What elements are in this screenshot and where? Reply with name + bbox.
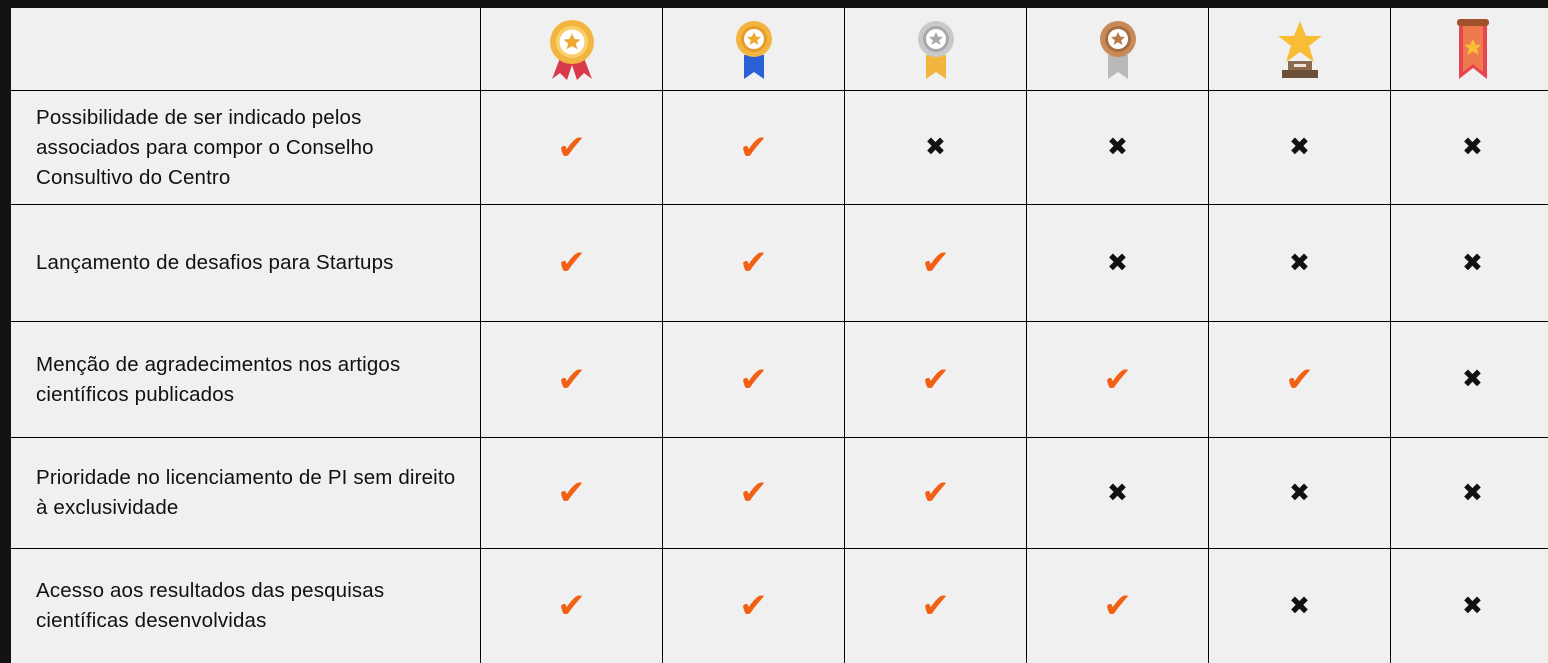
- feature-label: Lançamento de desafios para Startups: [36, 251, 394, 274]
- benefit-cell: ✖: [1027, 91, 1208, 204]
- feature-label-cell: Prioridade no licenciamento de PI sem di…: [11, 438, 480, 548]
- benefit-cell: ✔: [481, 438, 662, 548]
- benefit-cell: ✔: [481, 322, 662, 437]
- check-icon: ✔: [739, 128, 768, 167]
- check-icon: ✔: [921, 244, 950, 282]
- check-icon: ✔: [739, 244, 768, 282]
- star-trophy-icon: [1268, 17, 1332, 81]
- tier-header-3: [845, 8, 1026, 90]
- cross-icon: ✖: [1289, 248, 1310, 277]
- benefit-cell: ✖: [1027, 438, 1208, 548]
- benefits-comparison-table: Possibilidade de ser indicado pelos asso…: [11, 8, 1548, 663]
- check-icon: ✔: [921, 360, 950, 399]
- benefit-cell: ✔: [845, 438, 1026, 548]
- medal-bronze-grey-ribbon-icon: [1086, 17, 1150, 81]
- check-icon: ✔: [557, 360, 586, 399]
- benefit-cell: ✖: [1391, 549, 1548, 663]
- header-corner-cell: [11, 8, 480, 90]
- medal-silver-yellow-ribbon-icon: [904, 17, 968, 81]
- tier-header-4: [1027, 8, 1208, 90]
- tier-header-1: [481, 8, 662, 90]
- cross-icon: ✖: [1462, 248, 1483, 277]
- benefit-cell: ✔: [663, 205, 844, 321]
- benefit-cell: ✔: [481, 205, 662, 321]
- feature-label: Possibilidade de ser indicado pelos asso…: [36, 105, 374, 189]
- benefit-cell: ✔: [481, 549, 662, 663]
- benefit-cell: ✔: [663, 549, 844, 663]
- benefit-cell: ✔: [1209, 322, 1390, 437]
- red-banner-star-icon: [1441, 17, 1505, 81]
- benefit-cell: ✖: [1209, 438, 1390, 548]
- benefit-cell: ✖: [1027, 205, 1208, 321]
- check-icon: ✔: [557, 474, 586, 512]
- check-icon: ✔: [557, 244, 586, 282]
- cross-icon: ✖: [1462, 133, 1483, 161]
- benefit-cell: ✔: [845, 549, 1026, 663]
- benefit-cell: ✖: [1209, 205, 1390, 321]
- cross-icon: ✖: [1107, 133, 1128, 161]
- feature-label: Prioridade no licenciamento de PI sem di…: [36, 466, 456, 519]
- benefit-cell: ✔: [1027, 549, 1208, 663]
- check-icon: ✔: [1285, 360, 1314, 399]
- medal-gold-blue-ribbon-icon: [722, 17, 786, 81]
- benefit-cell: ✖: [1391, 438, 1548, 548]
- benefit-cell: ✖: [1391, 205, 1548, 321]
- benefit-cell: ✔: [845, 205, 1026, 321]
- benefit-cell: ✖: [1209, 91, 1390, 204]
- check-icon: ✔: [557, 128, 586, 167]
- feature-label-cell: Possibilidade de ser indicado pelos asso…: [11, 91, 480, 204]
- benefit-cell: ✔: [663, 438, 844, 548]
- feature-label: Menção de agradecimentos nos artigos cie…: [36, 352, 401, 406]
- check-icon: ✔: [739, 587, 768, 625]
- feature-label-cell: Menção de agradecimentos nos artigos cie…: [11, 322, 480, 437]
- cross-icon: ✖: [1289, 478, 1310, 507]
- feature-label-cell: Lançamento de desafios para Startups: [11, 205, 480, 321]
- check-icon: ✔: [557, 587, 586, 625]
- cross-icon: ✖: [1289, 133, 1310, 161]
- feature-label-cell: Acesso aos resultados das pesquisas cien…: [11, 549, 480, 663]
- benefit-cell: ✔: [1027, 322, 1208, 437]
- cross-icon: ✖: [1462, 591, 1483, 620]
- cross-icon: ✖: [925, 133, 946, 161]
- check-icon: ✔: [739, 474, 768, 512]
- tier-header-6: [1391, 8, 1548, 90]
- check-icon: ✔: [1103, 360, 1132, 399]
- check-icon: ✔: [921, 474, 950, 512]
- cross-icon: ✖: [1462, 365, 1483, 393]
- benefit-cell: ✖: [1391, 322, 1548, 437]
- benefit-cell: ✔: [845, 322, 1026, 437]
- check-icon: ✔: [1103, 587, 1132, 625]
- check-icon: ✔: [739, 360, 768, 399]
- cross-icon: ✖: [1107, 248, 1128, 277]
- tier-header-5: [1209, 8, 1390, 90]
- benefit-cell: ✔: [481, 91, 662, 204]
- check-icon: ✔: [921, 587, 950, 625]
- benefit-cell: ✖: [845, 91, 1026, 204]
- cross-icon: ✖: [1289, 591, 1310, 620]
- benefit-cell: ✔: [663, 322, 844, 437]
- cross-icon: ✖: [1107, 478, 1128, 507]
- benefit-cell: ✖: [1209, 549, 1390, 663]
- benefit-cell: ✖: [1391, 91, 1548, 204]
- feature-label: Acesso aos resultados das pesquisas cien…: [36, 579, 385, 632]
- benefit-cell: ✔: [663, 91, 844, 204]
- rosette-gold-red-ribbon-icon: [540, 17, 604, 81]
- cross-icon: ✖: [1462, 478, 1483, 507]
- tier-header-2: [663, 8, 844, 90]
